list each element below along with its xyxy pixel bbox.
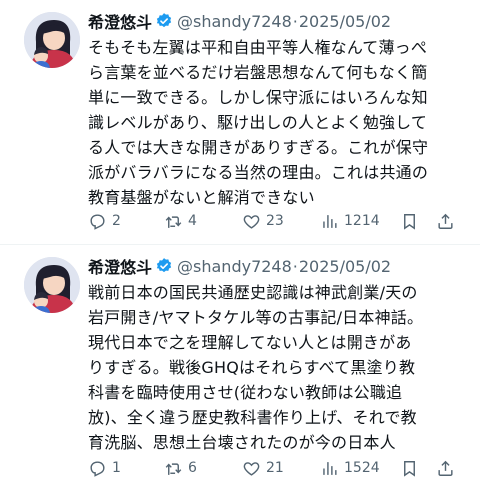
reply-button[interactable]: 2 <box>88 212 121 231</box>
tweet-header: 希澄悠斗 @shandy7248 · 2025/05/02 <box>88 9 472 33</box>
tweet-text-line: 岩戸開き/ヤマトタケル等の古事記/日本神話。 <box>88 308 424 327</box>
author-handle[interactable]: @shandy7248 <box>177 12 292 31</box>
bookmark-button[interactable] <box>400 459 419 478</box>
reply-count: 1 <box>112 460 121 476</box>
views-count: 1524 <box>344 460 380 476</box>
tweet-date[interactable]: 2025/05/02 <box>299 257 391 276</box>
views-icon <box>323 214 337 228</box>
reply-icon <box>90 460 105 477</box>
like-count: 21 <box>266 460 284 476</box>
tweet-text-line: りすぎる。戦後GHQはそれらすべて黒塗り教 <box>88 358 416 377</box>
tweet-text-line: 現代日本で之を理解してない人とは開きがあ <box>88 333 412 352</box>
retweet-count: 6 <box>188 460 197 476</box>
views-count: 1214 <box>344 213 380 229</box>
tweet-text-line: 放)、全く違う歴史教科書作り上げ、それで教 <box>88 408 417 427</box>
like-button[interactable]: 23 <box>242 212 284 231</box>
share-icon <box>438 213 453 229</box>
avatar-illustration <box>24 257 80 313</box>
avatar[interactable] <box>24 257 80 313</box>
tweet-text-line: 科書を臨時使用させ(従わない教師は公職追 <box>88 383 403 402</box>
retweet-button[interactable]: 4 <box>164 212 197 231</box>
tweet-text-line: そもそも左翼は平和自由平等人権なんて薄っぺ <box>88 38 428 57</box>
bookmark-icon <box>404 213 415 230</box>
share-button[interactable] <box>436 212 455 231</box>
avatar[interactable] <box>24 12 80 68</box>
author-handle[interactable]: @shandy7248 <box>177 257 292 276</box>
separator: · <box>292 11 298 31</box>
views-icon <box>323 461 337 475</box>
bookmark-button[interactable] <box>400 212 419 231</box>
share-button[interactable] <box>436 459 455 478</box>
like-button[interactable]: 21 <box>242 459 284 478</box>
retweet-icon <box>165 215 182 228</box>
views-button[interactable]: 1214 <box>320 212 380 231</box>
tweet-text-line: 単に一致できる。しかし保守派にはいろんな知 <box>88 88 428 107</box>
tweet[interactable]: 希澄悠斗 @shandy7248 · 2025/05/02 戦前日本の国民共通歴… <box>0 245 480 489</box>
tweet-text-line: 派がバラバラになる当然の理由。これは共通の <box>88 163 429 182</box>
tweet-text-line: 戦前日本の国民共通歴史認識は神武創業/天の <box>88 283 418 302</box>
reply-icon <box>90 213 105 230</box>
verified-badge-icon <box>156 13 172 28</box>
tweet-text-line: 育洗脳、思想土台壊されたのが今の日本人 <box>88 433 396 452</box>
tweet-text-line: る人では大きな開きがありすぎる。これが保守 <box>88 138 429 157</box>
tweet-actions: 1 6 21 1524 <box>88 457 468 479</box>
avatar-illustration <box>24 12 80 68</box>
author-name[interactable]: 希澄悠斗 <box>88 9 152 33</box>
tweet-text-line: 教育基盤がないと解消できない <box>88 188 315 207</box>
reply-button[interactable]: 1 <box>88 459 121 478</box>
like-icon <box>243 461 260 476</box>
tweet-header: 希澄悠斗 @shandy7248 · 2025/05/02 <box>88 254 472 278</box>
views-button[interactable]: 1524 <box>320 459 380 478</box>
reply-count: 2 <box>112 213 121 229</box>
tweet-text: そもそも左翼は平和自由平等人権なんて薄っぺ ら言葉を並べるだけ岩盤思想なんて何も… <box>88 35 472 210</box>
retweet-count: 4 <box>188 213 197 229</box>
tweet-text-line: 識レベルがあり、駆け出しの人とよく勉強して <box>88 113 428 132</box>
separator: · <box>292 256 298 276</box>
bookmark-icon <box>404 460 415 477</box>
tweet-actions: 2 4 23 1214 <box>88 210 468 232</box>
tweet[interactable]: 希澄悠斗 @shandy7248 · 2025/05/02 そもそも左翼は平和自… <box>0 0 480 245</box>
tweet-date[interactable]: 2025/05/02 <box>299 12 391 31</box>
author-name[interactable]: 希澄悠斗 <box>88 254 152 278</box>
verified-badge-icon <box>156 258 172 273</box>
retweet-icon <box>165 462 182 475</box>
retweet-button[interactable]: 6 <box>164 459 197 478</box>
like-icon <box>243 214 260 229</box>
share-icon <box>438 460 453 476</box>
like-count: 23 <box>266 213 284 229</box>
tweet-text-line: ら言葉を並べるだけ岩盤思想なんて何もなく簡 <box>88 63 428 82</box>
tweet-text: 戦前日本の国民共通歴史認識は神武創業/天の 岩戸開き/ヤマトタケル等の古事記/日… <box>88 280 472 455</box>
